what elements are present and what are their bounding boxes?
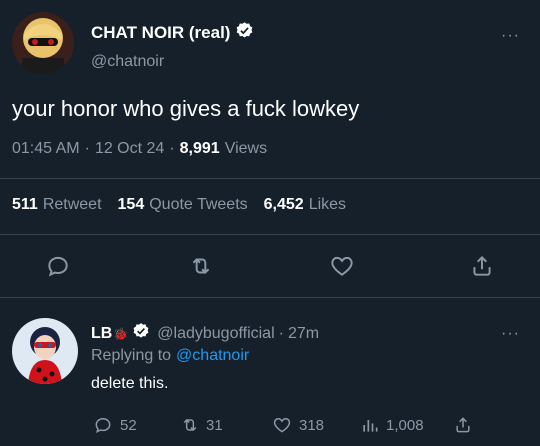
retweet-count: 31 (206, 416, 223, 434)
reply-count: 52 (120, 416, 137, 434)
views-count: 1,008 (386, 416, 424, 434)
divider (0, 178, 540, 179)
reply-handle[interactable]: @ladybugofficial (157, 325, 274, 343)
replying-to-handle[interactable]: @chatnoir (176, 347, 249, 365)
verified-icon (235, 21, 254, 45)
reply-sep: · (278, 324, 284, 342)
reply-action-views[interactable]: 1,008 (360, 415, 424, 435)
more-icon[interactable]: ··· (501, 325, 520, 343)
avatar-chatnoir[interactable] (12, 12, 74, 74)
tweet-date[interactable]: 12 Oct 24 (95, 140, 164, 158)
retweet-icon[interactable] (188, 253, 214, 279)
replying-to: Replying to @chatnoir (91, 347, 249, 365)
views-label: Views (224, 140, 268, 157)
display-name[interactable]: CHAT NOIR (real) (91, 23, 230, 43)
reply-display-name[interactable]: LB (91, 325, 112, 343)
reply-action-reply[interactable]: 52 (93, 415, 137, 435)
views-count: 8,991 (179, 140, 220, 157)
like-icon[interactable] (329, 253, 355, 279)
meta-sep: · (84, 140, 90, 157)
avatar-ladybug[interactable] (12, 318, 78, 384)
verified-icon (132, 322, 150, 345)
engagement-stats: 511 Retweet 154 Quote Tweets 6,452 Likes (12, 196, 346, 214)
ladybug-emoji: 🐞 (113, 326, 129, 341)
reply-age[interactable]: 27m (288, 325, 319, 343)
views-icon[interactable] (360, 415, 380, 435)
divider (0, 297, 540, 298)
display-name-row: CHAT NOIR (real) (91, 21, 254, 43)
share-icon[interactable] (453, 415, 473, 435)
share-icon[interactable] (469, 253, 495, 279)
reply-text: delete this. (91, 375, 169, 392)
reply-icon[interactable] (45, 253, 71, 279)
quotes-label[interactable]: Quote Tweets (149, 196, 247, 214)
retweets-count[interactable]: 511 (12, 196, 38, 214)
reply-action-like[interactable]: 318 (272, 415, 324, 435)
reply-icon[interactable] (93, 415, 113, 435)
retweets-label[interactable]: Retweet (43, 196, 102, 214)
divider (0, 234, 540, 235)
reply-header: LB 🐞 @ladybugofficial · 27m (91, 322, 319, 345)
replying-to-label: Replying to (91, 347, 172, 364)
tweet-text: your honor who gives a fuck lowkey (12, 96, 360, 121)
meta-sep: · (169, 140, 175, 157)
tweet-time[interactable]: 01:45 AM (12, 140, 80, 158)
quotes-count[interactable]: 154 (118, 196, 145, 214)
likes-label[interactable]: Likes (309, 196, 346, 214)
retweet-icon[interactable] (180, 415, 200, 435)
likes-count[interactable]: 6,452 (264, 196, 304, 214)
handle[interactable]: @chatnoir (91, 53, 164, 71)
tweet-meta: 01:45 AM · 12 Oct 24 · 8,991 Views (12, 140, 267, 158)
like-count: 318 (299, 416, 325, 434)
reply-action-retweet[interactable]: 31 (180, 415, 223, 435)
like-icon[interactable] (272, 415, 292, 435)
more-icon[interactable]: ··· (501, 27, 520, 45)
